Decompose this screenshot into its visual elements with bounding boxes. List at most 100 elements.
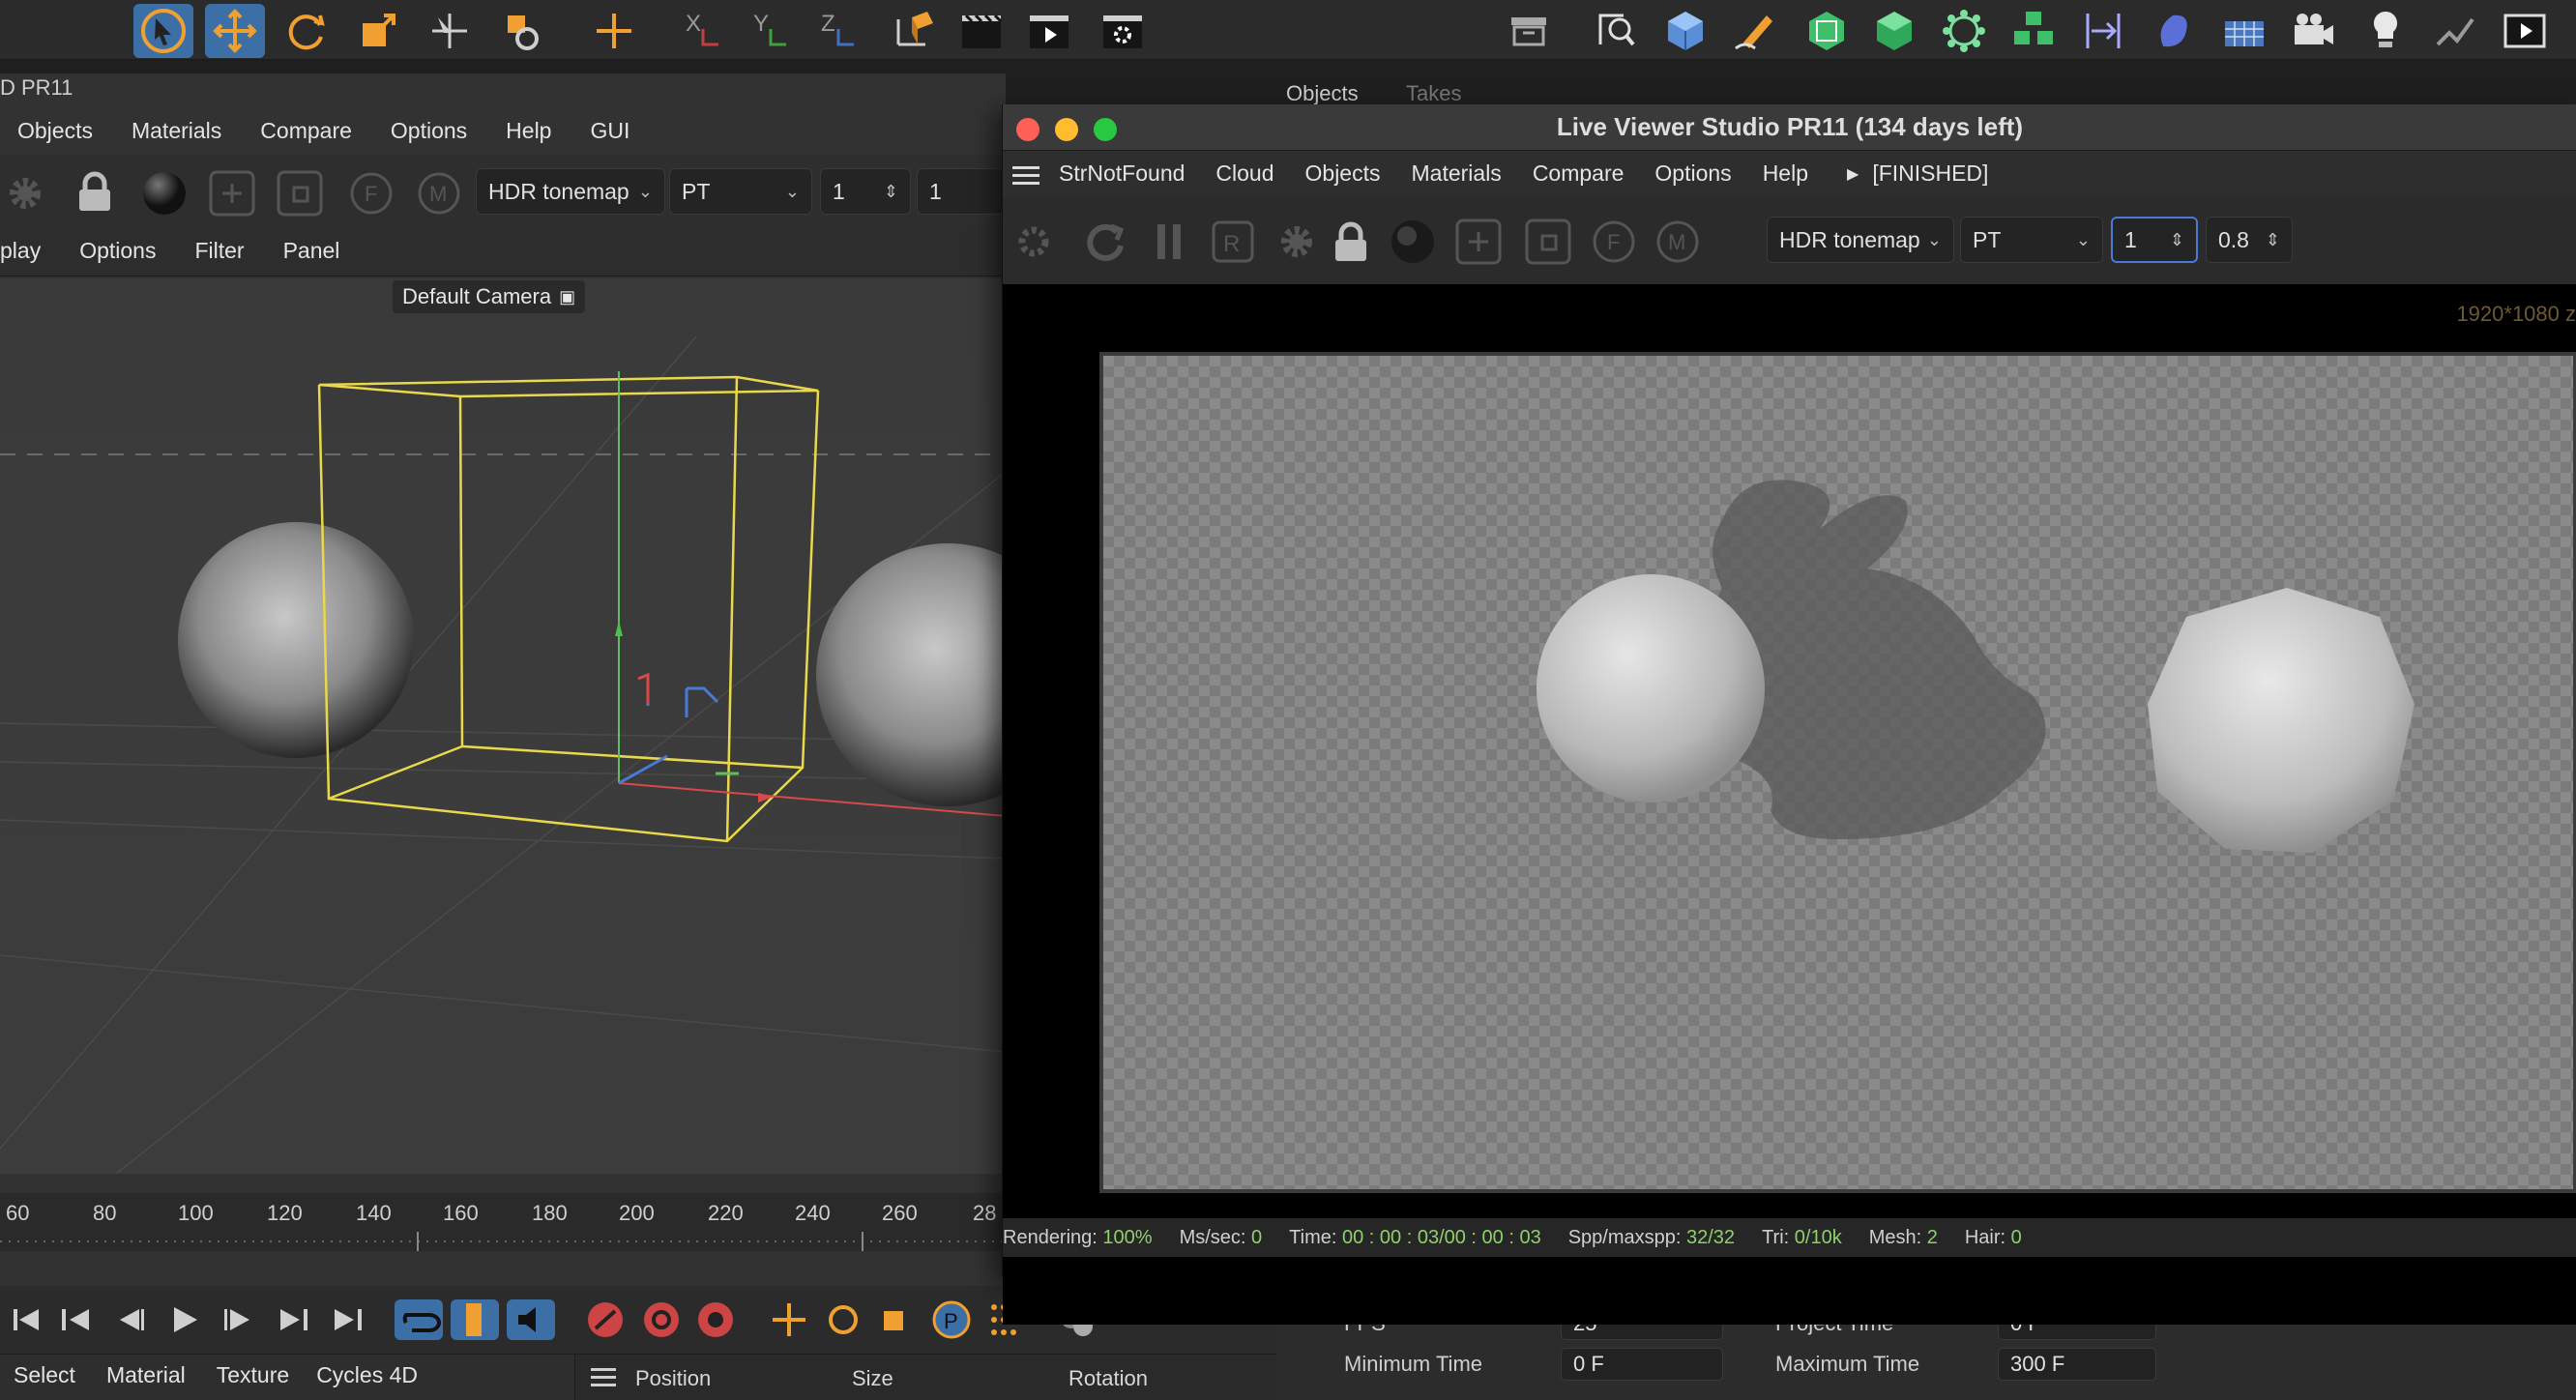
prev-key-icon[interactable] bbox=[62, 1309, 89, 1330]
m-icon[interactable]: M bbox=[414, 168, 464, 219]
value1-stepper[interactable]: 1 ⇕ bbox=[820, 168, 911, 215]
mesh-icon[interactable] bbox=[275, 168, 325, 219]
render-region-icon[interactable] bbox=[951, 4, 1011, 58]
next-frame-icon[interactable] bbox=[224, 1309, 249, 1330]
lv-m-icon[interactable]: M bbox=[1656, 220, 1699, 263]
camera-label[interactable]: Default Camera ▣ bbox=[393, 280, 586, 313]
menu-cycles4d[interactable]: Cycles 4D bbox=[316, 1362, 418, 1388]
menu-help[interactable]: Help bbox=[506, 118, 551, 144]
live-viewer-titlebar[interactable]: Live Viewer Studio PR11 (134 days left) bbox=[1003, 104, 2576, 151]
viewport[interactable] bbox=[0, 278, 1006, 1174]
close-window-icon[interactable] bbox=[1016, 118, 1039, 141]
region-icon[interactable]: R bbox=[1212, 220, 1254, 263]
autokey-icon[interactable] bbox=[644, 1302, 679, 1337]
render-spin-icon[interactable] bbox=[1018, 226, 1049, 257]
rendered-sphere-right[interactable] bbox=[2148, 588, 2415, 853]
x-axis-icon[interactable]: X bbox=[673, 4, 733, 58]
hamburger-icon[interactable] bbox=[591, 1368, 616, 1371]
rendered-sphere-left[interactable] bbox=[1537, 574, 1765, 802]
sphere-left[interactable] bbox=[178, 522, 414, 758]
minimize-window-icon[interactable] bbox=[1055, 118, 1078, 141]
render-image[interactable] bbox=[1099, 352, 2576, 1193]
sound-icon[interactable] bbox=[507, 1299, 555, 1340]
menu-lv-compare[interactable]: Compare bbox=[1533, 160, 1625, 187]
menu-lv-materials[interactable]: Materials bbox=[1412, 160, 1502, 187]
menu-material[interactable]: Material bbox=[106, 1362, 186, 1388]
field-icon[interactable] bbox=[2143, 4, 2203, 58]
add-object-icon[interactable] bbox=[207, 168, 257, 219]
expand-arrow-icon[interactable]: ▶ bbox=[1847, 164, 1859, 184]
gear-icon[interactable] bbox=[0, 168, 50, 219]
lv-tonemap-select[interactable]: HDR tonemap ⌄ bbox=[1767, 217, 1954, 263]
menu-strnotfound[interactable]: StrNotFound bbox=[1059, 160, 1185, 187]
menu-options[interactable]: Options bbox=[391, 118, 467, 144]
min-time-field[interactable]: 0 F bbox=[1561, 1348, 1723, 1381]
menu-objects[interactable]: Objects bbox=[17, 118, 93, 144]
tab-takes[interactable]: Takes bbox=[1406, 81, 1461, 106]
lv-lock-icon[interactable] bbox=[1335, 221, 1366, 261]
menu-view-options[interactable]: Options bbox=[79, 238, 156, 264]
lv-value2-stepper[interactable]: 0.8 ⇕ bbox=[2206, 217, 2293, 263]
tags-icon[interactable] bbox=[2425, 4, 2485, 58]
key-param-icon[interactable]: P bbox=[932, 1300, 971, 1339]
max-time-field[interactable]: 300 F bbox=[1998, 1348, 2156, 1381]
symmetry-icon[interactable] bbox=[2073, 4, 2133, 58]
menu-filter[interactable]: Filter bbox=[194, 238, 244, 264]
cube-icon[interactable] bbox=[1655, 4, 1715, 58]
deformer-cube-icon[interactable] bbox=[1797, 4, 1857, 58]
maximize-window-icon[interactable] bbox=[1094, 118, 1117, 141]
menu-materials[interactable]: Materials bbox=[132, 118, 221, 144]
tonemap-select[interactable]: HDR tonemap ⌄ bbox=[476, 168, 665, 215]
generator-cube-icon[interactable] bbox=[1864, 4, 1924, 58]
rotate-icon[interactable] bbox=[277, 4, 337, 58]
menu-compare[interactable]: Compare bbox=[260, 118, 352, 144]
move-selection-icon[interactable] bbox=[420, 4, 480, 58]
restart-icon[interactable] bbox=[1087, 223, 1125, 261]
kernel-select[interactable]: PT ⌄ bbox=[669, 168, 812, 215]
scale-icon[interactable] bbox=[348, 4, 408, 58]
spline-pen-icon[interactable] bbox=[1586, 4, 1646, 58]
cloner-icon[interactable] bbox=[2004, 4, 2064, 58]
viewer-icon[interactable] bbox=[2495, 4, 2555, 58]
key-rotate-icon[interactable] bbox=[829, 1305, 858, 1334]
transform-icon[interactable] bbox=[491, 4, 551, 58]
menu-lv-help[interactable]: Help bbox=[1763, 160, 1808, 187]
value2-stepper[interactable]: 1 bbox=[917, 168, 1006, 215]
y-axis-icon[interactable]: Y bbox=[741, 4, 801, 58]
timeline[interactable]: 60 80 100 120 140 160 180 200 220 240 26… bbox=[0, 1193, 1006, 1251]
menu-texture[interactable]: Texture bbox=[217, 1362, 289, 1388]
archive-icon[interactable] bbox=[1499, 4, 1559, 58]
z-axis-icon[interactable]: Z bbox=[808, 4, 868, 58]
record-key-icon[interactable] bbox=[588, 1302, 623, 1337]
camera-icon[interactable] bbox=[2284, 4, 2344, 58]
key-scale-icon[interactable] bbox=[884, 1311, 903, 1330]
lv-mesh-icon[interactable] bbox=[1525, 219, 1571, 265]
material-ball-icon[interactable] bbox=[137, 166, 191, 220]
sphere-right[interactable] bbox=[816, 543, 1006, 806]
add-icon[interactable] bbox=[584, 4, 644, 58]
menu-lv-options[interactable]: Options bbox=[1654, 160, 1731, 187]
menu-gui[interactable]: GUI bbox=[590, 118, 629, 144]
menu-display[interactable]: play bbox=[0, 238, 41, 264]
loop-icon[interactable] bbox=[395, 1299, 443, 1340]
lock-icon[interactable] bbox=[68, 164, 122, 219]
floor-icon[interactable] bbox=[2214, 4, 2274, 58]
render-settings-icon[interactable] bbox=[1093, 4, 1153, 58]
play-icon[interactable] bbox=[174, 1307, 197, 1332]
next-key-icon[interactable] bbox=[280, 1309, 307, 1330]
render-active-view-icon[interactable] bbox=[1019, 4, 1079, 58]
prev-frame-icon[interactable] bbox=[120, 1309, 144, 1330]
lv-material-ball-icon[interactable] bbox=[1391, 220, 1434, 263]
settings-gear-icon[interactable] bbox=[1281, 226, 1312, 257]
lv-add-object-icon[interactable] bbox=[1455, 219, 1502, 265]
menu-lv-objects[interactable]: Objects bbox=[1305, 160, 1381, 187]
sculpt-pen-icon[interactable] bbox=[1725, 4, 1785, 58]
key-move-icon[interactable] bbox=[773, 1303, 805, 1336]
go-start-icon[interactable] bbox=[14, 1309, 39, 1330]
hamburger-icon[interactable] bbox=[1012, 166, 1039, 169]
lv-kernel-select[interactable]: PT ⌄ bbox=[1960, 217, 2103, 263]
particles-icon[interactable] bbox=[1934, 4, 1994, 58]
menu-panel[interactable]: Panel bbox=[283, 238, 340, 264]
lv-value1-stepper[interactable]: 1 ⇕ bbox=[2111, 217, 2198, 263]
keyframe-settings-icon[interactable] bbox=[698, 1302, 733, 1337]
